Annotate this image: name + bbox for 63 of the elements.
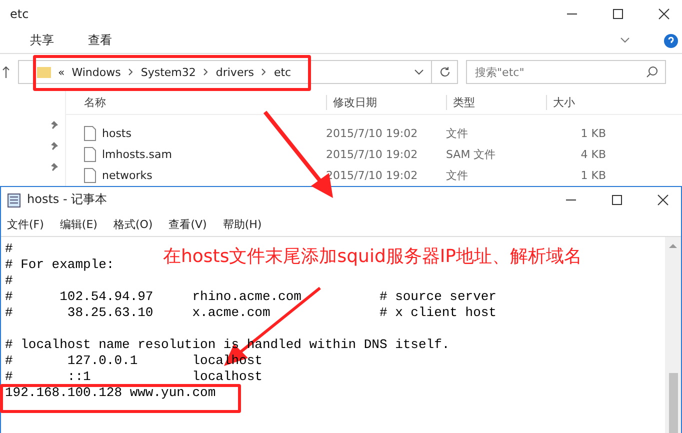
file-size: 1 KB bbox=[580, 169, 606, 182]
menu-item[interactable]: 编辑(E) bbox=[60, 216, 98, 232]
file-type: 文件 bbox=[446, 168, 469, 183]
help-icon[interactable] bbox=[664, 34, 678, 48]
maximize-icon[interactable] bbox=[612, 8, 624, 20]
pin-icon[interactable] bbox=[49, 141, 59, 151]
file-date: 2015/7/10 19:02 bbox=[326, 148, 419, 161]
up-arrow-icon[interactable] bbox=[2, 66, 10, 78]
file-name[interactable]: hosts bbox=[102, 127, 132, 140]
file-size: 1 KB bbox=[580, 127, 606, 140]
ribbon-tab[interactable]: 共享 bbox=[30, 32, 54, 50]
file-size: 4 KB bbox=[580, 148, 606, 161]
file-date: 2015/7/10 19:02 bbox=[326, 127, 419, 140]
text-line: # 102.54.94.97 rhino.acme.com # source server bbox=[5, 289, 496, 305]
file-icon bbox=[84, 168, 96, 183]
file-type: 文件 bbox=[446, 126, 469, 141]
file-name[interactable]: lmhosts.sam bbox=[102, 148, 172, 161]
breadcrumb-item[interactable]: System32 bbox=[140, 66, 196, 79]
chevron-down-icon[interactable] bbox=[414, 68, 424, 76]
refresh-icon[interactable] bbox=[439, 66, 451, 78]
notepad-icon bbox=[7, 192, 21, 208]
text-line: # bbox=[5, 241, 13, 257]
address-bar[interactable]: « Windows System32 drivers etc bbox=[18, 60, 458, 84]
window-title: etc bbox=[10, 6, 30, 21]
chevron-right-icon bbox=[260, 68, 267, 76]
text-line: # bbox=[5, 273, 13, 289]
text-line: # For example: bbox=[5, 257, 114, 273]
scrollbar[interactable] bbox=[665, 237, 681, 433]
breadcrumb-item[interactable]: Windows bbox=[72, 66, 121, 79]
breadcrumb-item[interactable]: drivers bbox=[216, 66, 254, 79]
column-header[interactable]: 名称 bbox=[66, 94, 326, 110]
menu-item[interactable]: 查看(V) bbox=[168, 216, 207, 232]
close-icon[interactable] bbox=[657, 194, 669, 206]
menu-item[interactable]: 格式(O) bbox=[113, 216, 153, 232]
ribbon-tab[interactable]: 查看 bbox=[88, 32, 112, 50]
file-icon bbox=[84, 147, 96, 162]
search-icon bbox=[646, 66, 658, 78]
column-header[interactable]: 类型 bbox=[446, 94, 546, 110]
maximize-icon[interactable] bbox=[611, 194, 623, 206]
chevron-down-icon[interactable] bbox=[620, 37, 630, 44]
search-field[interactable]: 搜索"etc" bbox=[466, 60, 666, 84]
menu-item[interactable]: 文件(F) bbox=[7, 216, 44, 232]
pin-icon[interactable] bbox=[49, 120, 59, 130]
annotation-text: 在hosts文件末尾添加squid服务器IP地址、解析域名 bbox=[163, 244, 582, 268]
column-header[interactable]: 修改日期 bbox=[326, 94, 446, 110]
text-line: 192.168.100.128 www.yun.com bbox=[5, 385, 216, 401]
chevron-right-icon bbox=[128, 68, 134, 76]
text-line: # localhost name resolution is handled within DNS itself. bbox=[5, 337, 450, 353]
window-title: hosts - 记事本 bbox=[27, 191, 108, 208]
menu-item[interactable]: 帮助(H) bbox=[222, 216, 262, 232]
scroll-thumb[interactable] bbox=[668, 373, 678, 433]
overflow-chevron[interactable]: « bbox=[58, 66, 65, 79]
file-type: SAM 文件 bbox=[446, 147, 497, 162]
close-icon[interactable] bbox=[658, 8, 670, 20]
text-line: # ::1 localhost bbox=[5, 369, 262, 385]
text-line: # 38.25.63.10 x.acme.com # x client host bbox=[5, 305, 496, 321]
column-header[interactable]: 大小 bbox=[546, 94, 606, 110]
chevron-right-icon bbox=[202, 68, 209, 76]
file-name[interactable]: networks bbox=[102, 169, 152, 182]
folder-icon bbox=[37, 65, 51, 80]
breadcrumb-item[interactable]: etc bbox=[274, 66, 292, 79]
pin-icon[interactable] bbox=[49, 162, 59, 172]
file-icon bbox=[84, 126, 96, 141]
